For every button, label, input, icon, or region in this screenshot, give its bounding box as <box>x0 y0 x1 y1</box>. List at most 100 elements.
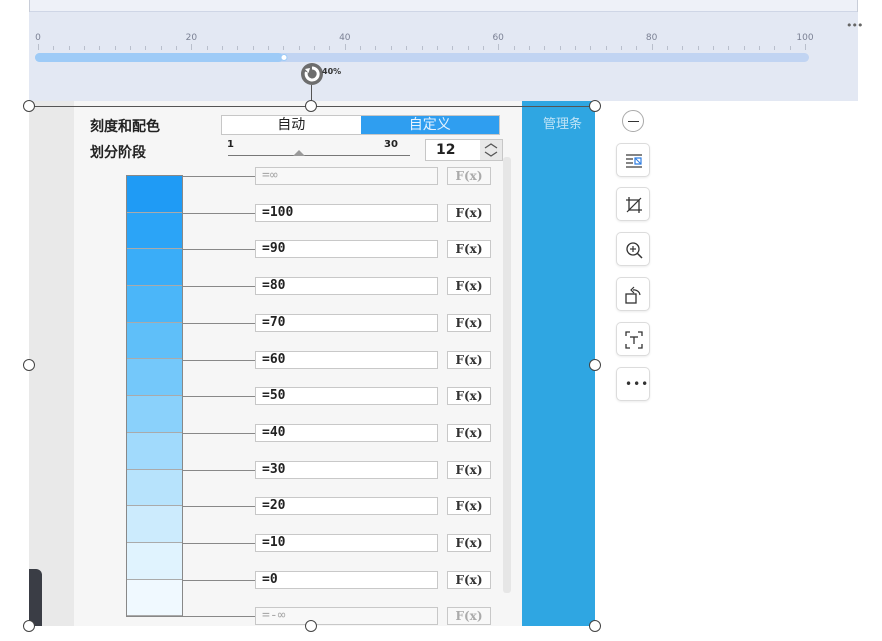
ruler-tick <box>145 46 147 50</box>
ruler-tick <box>544 46 546 50</box>
ruler-tick <box>452 46 454 50</box>
threshold-input[interactable]: =-∞ <box>255 607 438 626</box>
threshold-input[interactable]: =30 <box>255 460 438 479</box>
formula-button[interactable]: F(x) <box>447 607 491 626</box>
ocr-text-button[interactable] <box>616 322 650 356</box>
minus-icon[interactable] <box>622 110 644 132</box>
ruler-tick <box>482 46 484 50</box>
ruler-tick <box>697 46 699 50</box>
rotate-icon <box>625 286 641 304</box>
handle-middle-left[interactable] <box>23 359 35 371</box>
handle-bottom-center[interactable] <box>305 620 317 632</box>
ruler-tick <box>774 46 776 50</box>
connector-line <box>183 432 255 434</box>
wrap-text-icon <box>626 154 642 168</box>
handle-top-center[interactable] <box>305 100 317 112</box>
ruler-tick <box>651 44 653 50</box>
mode-auto-button[interactable]: 自动 <box>222 116 361 134</box>
formula-button[interactable]: F(x) <box>447 387 491 406</box>
color-swatch <box>127 286 182 323</box>
zoom-in-icon <box>626 242 643 259</box>
crop-button[interactable] <box>616 187 650 221</box>
ruler-tick <box>467 46 469 50</box>
formula-button[interactable]: F(x) <box>447 534 491 552</box>
threshold-input[interactable]: =70 <box>255 313 438 332</box>
connector-line <box>183 212 255 214</box>
formula-button[interactable]: F(x) <box>447 497 491 516</box>
handle-top-right[interactable] <box>589 100 601 112</box>
tick-label: 60 <box>492 33 504 43</box>
threshold-input[interactable]: =40 <box>255 423 438 442</box>
formula-button[interactable]: F(x) <box>447 423 491 442</box>
ruler-tick <box>375 46 377 50</box>
ruler-tick <box>682 46 684 50</box>
rotate-button[interactable] <box>616 277 650 311</box>
handle-bottom-left[interactable] <box>23 620 35 632</box>
formula-button[interactable]: F(x) <box>447 167 491 185</box>
ruler-tick <box>559 46 561 50</box>
ruler-tick <box>406 46 408 50</box>
ruler-tick <box>283 46 285 50</box>
stage-min: 1 <box>227 139 234 150</box>
threshold-input[interactable]: =80 <box>255 277 438 296</box>
threshold-input[interactable]: =60 <box>255 350 438 369</box>
ruler-tick <box>268 46 270 50</box>
ruler-tick <box>743 46 745 50</box>
side-text: 管理条 <box>543 117 583 132</box>
ruler-tick <box>712 46 714 50</box>
stage-slider[interactable] <box>228 155 410 156</box>
ruler-tick <box>84 46 86 50</box>
threshold-input[interactable]: =50 <box>255 387 438 406</box>
handle-middle-right[interactable] <box>589 359 601 371</box>
ruler-tick <box>191 44 193 50</box>
color-swatch <box>127 469 182 507</box>
connector-line <box>183 469 255 471</box>
ruler-tick <box>114 46 116 50</box>
handle-bottom-right[interactable] <box>589 620 601 632</box>
formula-button[interactable]: F(x) <box>447 277 491 296</box>
threshold-input[interactable]: =100 <box>255 203 438 222</box>
stage-slider-thumb[interactable] <box>293 150 305 156</box>
more-button[interactable]: ••• <box>616 367 650 401</box>
ruler-more-icon[interactable]: ••• <box>846 20 863 32</box>
progress-slider[interactable] <box>35 53 809 62</box>
threshold-input[interactable]: =0 <box>255 570 438 589</box>
stepper-chevron-icon <box>484 143 498 157</box>
threshold-input[interactable]: =90 <box>255 240 438 259</box>
formula-button[interactable]: F(x) <box>447 570 491 589</box>
zoom-in-button[interactable] <box>616 232 650 266</box>
ruler-tick <box>38 44 39 50</box>
slider-fill <box>35 53 283 62</box>
formula-button[interactable]: F(x) <box>447 203 491 222</box>
formula-button[interactable]: F(x) <box>447 313 491 332</box>
threshold-input[interactable]: =20 <box>255 497 438 516</box>
ruler-band <box>29 0 858 101</box>
ruler-tick <box>176 46 178 50</box>
formula-button[interactable]: F(x) <box>447 350 491 369</box>
scroll-bar[interactable] <box>503 157 511 593</box>
color-swatch <box>127 322 182 360</box>
ruler-tick <box>68 46 70 50</box>
formula-button[interactable]: F(x) <box>447 460 491 479</box>
stepper-arrows[interactable] <box>480 140 502 160</box>
tick-label: 80 <box>645 33 658 43</box>
threshold-input[interactable]: =10 <box>255 534 438 552</box>
image-area[interactable]: 管理条 刻度和配色 自动 自定义 划分阶段 1 30 12 =∞ F(x) =100… <box>29 101 595 626</box>
rotate-handle[interactable] <box>301 63 323 85</box>
tick-label: 100 <box>796 33 814 43</box>
wrap-text-button[interactable] <box>616 143 650 177</box>
ruler-tick <box>206 46 208 50</box>
threshold-input[interactable]: =∞ <box>255 167 438 185</box>
connector-line <box>183 249 255 251</box>
stage-stepper[interactable]: 12 <box>425 139 503 161</box>
mode-toggle[interactable]: 自动 自定义 <box>221 115 500 135</box>
connector-line <box>183 396 255 398</box>
mode-custom-button[interactable]: 自定义 <box>360 116 499 134</box>
connector-line <box>183 543 255 544</box>
connector-line <box>183 506 255 508</box>
ruler-tick <box>237 46 239 50</box>
handle-top-left[interactable] <box>23 100 35 112</box>
crop-icon <box>626 197 642 213</box>
slider-handle[interactable] <box>280 54 288 61</box>
formula-button[interactable]: F(x) <box>447 240 491 259</box>
